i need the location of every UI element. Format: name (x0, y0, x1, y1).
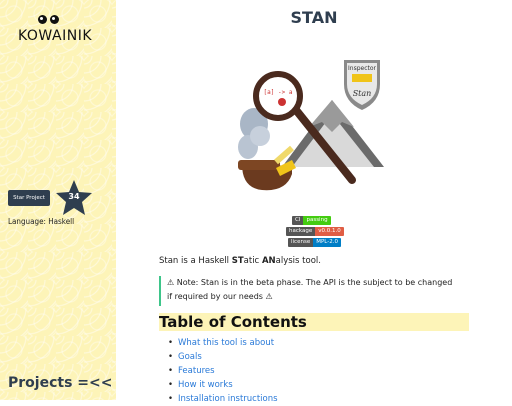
hero-lens-text: [a] -> a (264, 89, 293, 96)
projects-link[interactable]: Projects =<< (8, 375, 112, 391)
language-label: Language: Haskell (8, 217, 75, 226)
toc-heading: Table of Contents (159, 313, 469, 331)
note-line-2: if required by our needs ⚠ (167, 292, 273, 301)
intro-text: Stan is a Haskell STatic ANalysis tool. (159, 256, 321, 266)
toc-list: What this tool is about Goals Features H… (168, 336, 278, 406)
hackage-badge[interactable]: hackage v0.0.1.0 (286, 227, 344, 236)
logo-eyes-icon (38, 14, 70, 28)
license-badge[interactable]: license MPL-2.0 (288, 238, 341, 247)
star-count: 34 (68, 192, 80, 201)
hero-badge-name: Stan (353, 89, 372, 98)
beta-note: ⚠ Note: Stan is in the beta phase. The A… (159, 276, 477, 306)
toc-item[interactable]: What this tool is about (168, 336, 278, 350)
stan-hero-illustration-icon: Inspector Stan [a] -> a (238, 60, 384, 191)
toc-item[interactable]: Features (168, 364, 278, 378)
page-title: STAN (290, 8, 338, 27)
hero-badge-top: Inspector (348, 65, 377, 72)
ci-badge[interactable]: CI passing (292, 216, 331, 225)
logo-text: KOWAINIK (18, 28, 92, 44)
toc-item[interactable]: Goals (168, 350, 278, 364)
main-content: STAN Inspector Stan [a] -> a CI passing (116, 0, 512, 406)
toc-item[interactable]: How it works (168, 378, 278, 392)
star-project-button[interactable]: Star Project (8, 190, 50, 206)
note-line-1: ⚠ Note: Stan is in the beta phase. The A… (167, 278, 453, 287)
toc-item[interactable]: Installation instructions (168, 392, 278, 406)
sidebar: KOWAINIK Star Project 34 Language: Haske… (0, 0, 116, 400)
kowainik-logo[interactable]: KOWAINIK (18, 14, 92, 46)
